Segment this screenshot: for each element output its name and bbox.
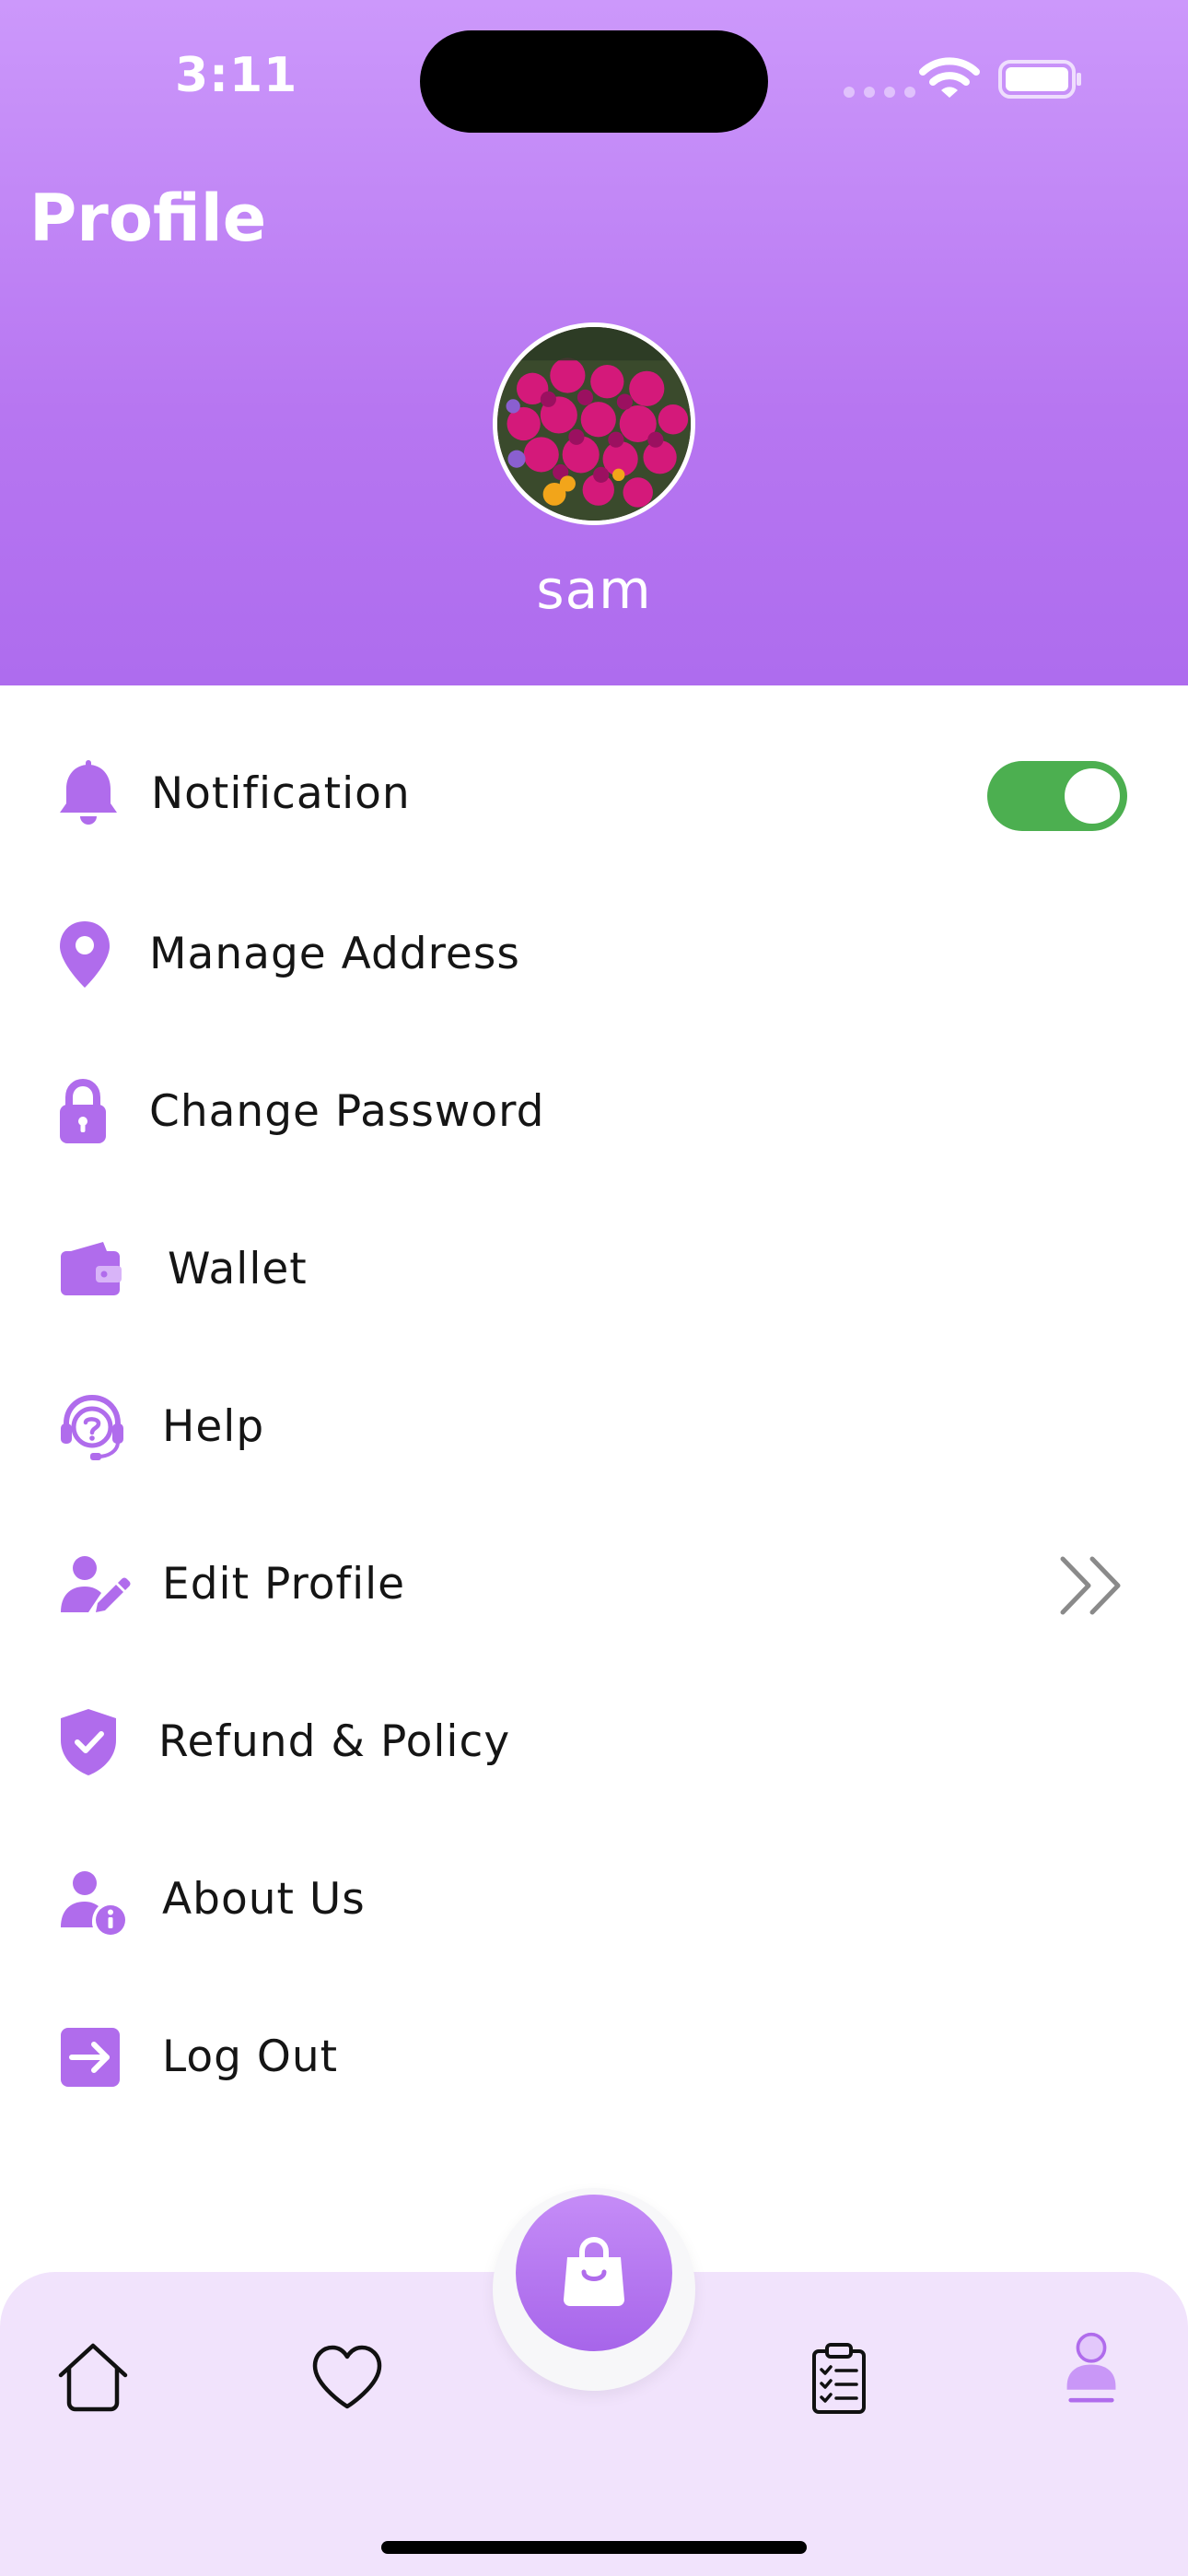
heart-icon	[312, 2345, 382, 2409]
avatar[interactable]	[493, 322, 695, 525]
menu-item-label: Help	[162, 1401, 265, 1452]
clipboard-list-icon	[812, 2343, 866, 2414]
shield-check-icon	[52, 1705, 125, 1779]
avatar-flowers-image	[497, 327, 691, 521]
menu-item-notification[interactable]: Notification	[0, 730, 1188, 859]
profile-icon	[1066, 2332, 1116, 2403]
menu-item-label: About Us	[162, 1874, 366, 1925]
profile-header: 3:11 Profile sam	[0, 0, 1188, 685]
notification-toggle[interactable]	[987, 761, 1127, 831]
location-pin-icon	[48, 918, 122, 991]
nav-orders[interactable]	[801, 2340, 877, 2416]
menu-item-label: Change Password	[149, 1086, 545, 1137]
wifi-icon	[919, 57, 980, 98]
menu-item-label: Manage Address	[149, 929, 520, 979]
dynamic-island	[420, 30, 768, 133]
menu-item-label: Notification	[151, 768, 411, 819]
wallet-icon	[53, 1233, 127, 1306]
menu-item-label: Edit Profile	[162, 1559, 406, 1610]
nav-profile[interactable]	[1054, 2331, 1129, 2406]
menu-item-manage-address[interactable]: Manage Address	[0, 890, 1188, 1019]
logout-icon	[53, 2020, 127, 2094]
page-title: Profile	[29, 181, 267, 256]
profile-username: sam	[536, 558, 652, 621]
menu-item-label: Refund & Policy	[158, 1716, 511, 1767]
toggle-knob	[1065, 768, 1120, 824]
user-info-icon	[57, 1863, 131, 1937]
menu-item-log-out[interactable]: Log Out	[0, 1993, 1188, 2122]
battery-icon	[998, 60, 1081, 99]
home-icon	[58, 2343, 128, 2412]
headset-help-icon	[55, 1390, 129, 1464]
cellular-signal-icon	[844, 87, 915, 98]
menu-item-label: Log Out	[162, 2032, 339, 2082]
cart-button[interactable]	[516, 2195, 672, 2351]
menu-item-help[interactable]: Help	[0, 1363, 1188, 1492]
user-edit-icon	[57, 1548, 131, 1622]
lock-icon	[46, 1075, 120, 1149]
menu-item-edit-profile[interactable]: Edit Profile	[0, 1520, 1188, 1649]
menu-item-about-us[interactable]: About Us	[0, 1835, 1188, 1964]
menu-item-refund-policy[interactable]: Refund & Policy	[0, 1678, 1188, 1807]
status-bar-time: 3:11	[175, 48, 298, 103]
chevron-double-right-icon[interactable]	[1057, 1553, 1127, 1618]
nav-home[interactable]	[55, 2340, 131, 2416]
menu-item-wallet[interactable]: Wallet	[0, 1205, 1188, 1334]
menu-item-change-password[interactable]: Change Password	[0, 1048, 1188, 1177]
shopping-bag-icon	[564, 2236, 624, 2306]
nav-favorites[interactable]	[309, 2340, 385, 2416]
menu-item-label: Wallet	[168, 1244, 308, 1294]
bell-icon	[52, 757, 125, 831]
home-indicator	[381, 2541, 807, 2554]
